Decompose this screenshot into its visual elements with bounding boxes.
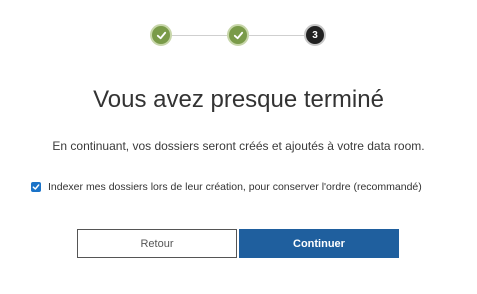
index-folders-option[interactable]: Indexer mes dossiers lors de leur créati… bbox=[31, 181, 422, 193]
stepper-connector bbox=[249, 35, 304, 36]
stepper-connector bbox=[172, 35, 227, 36]
page-title: Vous avez presque terminé bbox=[93, 86, 384, 113]
progress-stepper: 3 bbox=[150, 24, 326, 48]
back-button[interactable]: Retour bbox=[77, 229, 237, 258]
index-folders-label[interactable]: Indexer mes dossiers lors de leur créati… bbox=[48, 181, 422, 193]
check-icon bbox=[32, 184, 40, 190]
check-icon bbox=[233, 31, 243, 39]
step-1-complete bbox=[150, 24, 172, 46]
step-3-current: 3 bbox=[304, 24, 326, 46]
continue-button[interactable]: Continuer bbox=[239, 229, 399, 258]
page-subtitle: En continuant, vos dossiers seront créés… bbox=[52, 139, 425, 153]
step-2-complete bbox=[227, 24, 249, 46]
step-number: 3 bbox=[312, 29, 318, 41]
index-folders-checkbox[interactable] bbox=[31, 182, 41, 192]
check-icon bbox=[156, 31, 166, 39]
